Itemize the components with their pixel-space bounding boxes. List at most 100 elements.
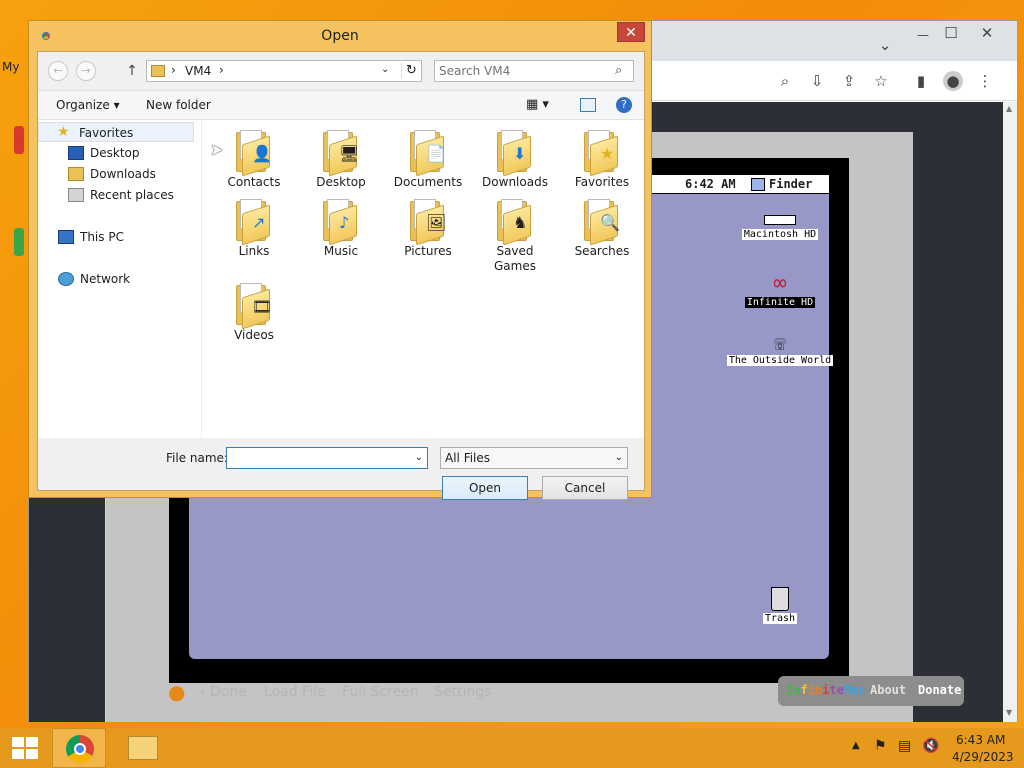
folder-videos[interactable]: 🎞 Videos (212, 281, 296, 343)
dialog-title: Open (321, 28, 359, 44)
file-name-dropdown-icon[interactable]: ⌄ (415, 448, 423, 468)
folder-glyph: ★ (600, 144, 615, 163)
preview-pane-icon[interactable] (580, 98, 596, 112)
desktop-icon-label: My (2, 60, 20, 74)
nav-downloads[interactable]: Downloads (68, 164, 188, 184)
show-hidden-icons[interactable]: ▲ (852, 740, 860, 751)
network-globe-icon: ☏ (773, 331, 787, 355)
load-file-link[interactable]: Load File (264, 684, 325, 700)
file-type-select[interactable]: All Files ⌄ (440, 447, 628, 469)
profile-avatar-icon[interactable]: ● (943, 71, 963, 91)
folder-pictures[interactable]: 🖼 Pictures (386, 197, 470, 259)
menu-kebab-icon[interactable]: ⋮ (975, 71, 995, 91)
chrome-logo-center (74, 743, 86, 755)
folder-icon: ↗ (234, 197, 274, 246)
install-app-icon[interactable]: ⇩ (807, 71, 827, 91)
address-dropdown-icon[interactable]: ⌄ (381, 64, 389, 75)
nav-recent-places[interactable]: Recent places (68, 185, 198, 205)
full-screen-link[interactable]: Full Screen (342, 684, 419, 700)
up-icon[interactable]: ↑ (122, 61, 142, 81)
infinity-icon: ∞ (773, 271, 787, 296)
address-row: ← → ↑ › VM4 › ⌄ ↻ ⌕ (38, 52, 644, 90)
network-status-icon[interactable]: ▤ (898, 738, 911, 754)
folder-documents[interactable]: 📄 Documents (386, 128, 470, 190)
refresh-icon[interactable]: ↻ (401, 63, 417, 78)
bookmark-star-icon[interactable]: ☆ (871, 71, 891, 91)
help-icon[interactable]: ? (616, 97, 632, 113)
file-type-dropdown-icon[interactable]: ⌄ (615, 448, 623, 468)
settings-link[interactable]: Settings (434, 684, 491, 700)
donate-link[interactable]: Donate (918, 683, 961, 697)
nav-network[interactable]: Network (58, 269, 178, 289)
folder-icon: 🖼 (408, 197, 448, 246)
scroll-up-icon[interactable]: ▲ (1006, 104, 1012, 113)
outside-world-icon[interactable]: ☏ The Outside World (725, 331, 835, 366)
folder-label: Pictures (404, 244, 452, 258)
nav-desktop[interactable]: Desktop (68, 143, 188, 163)
folder-icon: 🎞 (234, 281, 274, 330)
side-panel-icon[interactable]: ▮ (911, 71, 931, 91)
folder-searches[interactable]: 🔍 Searches (560, 197, 644, 259)
search-icon[interactable]: ⌕ (615, 63, 622, 78)
folder-saved-games[interactable]: ♞ Saved Games (473, 197, 557, 274)
infinitemac-brand: InfiniteMac About Donate (778, 676, 964, 706)
organize-button[interactable]: Organize ▾ (56, 98, 120, 112)
macintosh-hd-icon[interactable]: Macintosh HD (735, 215, 825, 240)
clock-date[interactable]: 4/29/2023 (952, 750, 1014, 764)
folder-desktop[interactable]: 🖥 Desktop (299, 128, 383, 190)
search-input[interactable] (439, 63, 609, 79)
taskbar-explorer-button[interactable] (116, 728, 170, 768)
infinite-hd-icon[interactable]: ∞ Infinite HD (735, 273, 825, 308)
action-center-flag-icon[interactable]: ⚑ (874, 738, 887, 754)
file-list: ➤ 👤 Contacts 🖥 Desktop 📄 Documents ⬇ Dow… (202, 120, 644, 438)
nav-this-pc[interactable]: This PC (58, 227, 178, 247)
folder-contacts[interactable]: 👤 Contacts (212, 128, 296, 190)
volume-muted-icon[interactable]: 🔇 (922, 738, 939, 754)
search-box[interactable]: ⌕ (434, 60, 634, 82)
desktop-icon (68, 146, 84, 160)
address-bar[interactable]: › VM4 › ⌄ ↻ (146, 60, 422, 82)
brand-part: In (786, 683, 801, 697)
address-crumb[interactable]: VM4 (185, 64, 211, 78)
forward-icon[interactable]: → (76, 61, 96, 81)
open-button[interactable]: Open (442, 476, 528, 500)
address-separator: › (219, 63, 224, 77)
zoom-search-icon[interactable]: ⌕ (775, 71, 795, 91)
finder-icon (751, 178, 765, 191)
folder-icon: 👤 (234, 128, 274, 177)
folder-label: Links (238, 244, 270, 258)
share-icon[interactable]: ⇪ (839, 71, 859, 91)
address-separator: › (171, 63, 176, 77)
taskbar-chrome-button[interactable] (52, 728, 106, 768)
view-options-icon[interactable]: ▦ ▾ (526, 97, 549, 112)
trash-icon[interactable]: Trash (745, 587, 815, 624)
folder-label: Searches (574, 244, 630, 258)
dialog-close-button[interactable]: ✕ (617, 22, 645, 42)
tab-search-chevron-icon[interactable]: ⌄ (875, 35, 895, 55)
folder-links[interactable]: ↗ Links (212, 197, 296, 259)
done-link[interactable]: ‹ Done (200, 684, 247, 700)
folder-downloads[interactable]: ⬇ Downloads (473, 128, 557, 190)
dialog-footer: File name: ⌄ All Files ⌄ Open Cancel (38, 438, 644, 500)
page-scrollbar[interactable]: ▲ ▼ (1003, 102, 1017, 722)
about-link[interactable]: About (870, 683, 906, 697)
back-icon[interactable]: ← (48, 61, 68, 81)
nav-favorites[interactable]: ★ Favorites (38, 122, 194, 142)
scroll-down-icon[interactable]: ▼ (1006, 708, 1012, 717)
window-minimize-button[interactable]: — (913, 25, 933, 45)
folder-music[interactable]: ♪ Music (299, 197, 383, 259)
folder-favorites[interactable]: ★ Favorites (560, 128, 644, 190)
window-close-button[interactable]: ✕ (977, 23, 997, 43)
start-button[interactable] (0, 728, 54, 768)
folder-glyph: 📄 (426, 144, 446, 163)
finder-menu[interactable]: Finder (769, 177, 812, 191)
new-folder-button[interactable]: New folder (146, 98, 211, 112)
folder-icon: ★ (582, 128, 622, 177)
brand-part: in (807, 683, 823, 697)
window-maximize-button[interactable]: ☐ (941, 23, 961, 43)
clock-time[interactable]: 6:43 AM (956, 733, 1005, 747)
star-icon: ★ (57, 124, 70, 140)
folder-label: Videos (234, 328, 274, 342)
cancel-button[interactable]: Cancel (542, 476, 628, 500)
file-name-combo[interactable]: ⌄ (226, 447, 428, 469)
